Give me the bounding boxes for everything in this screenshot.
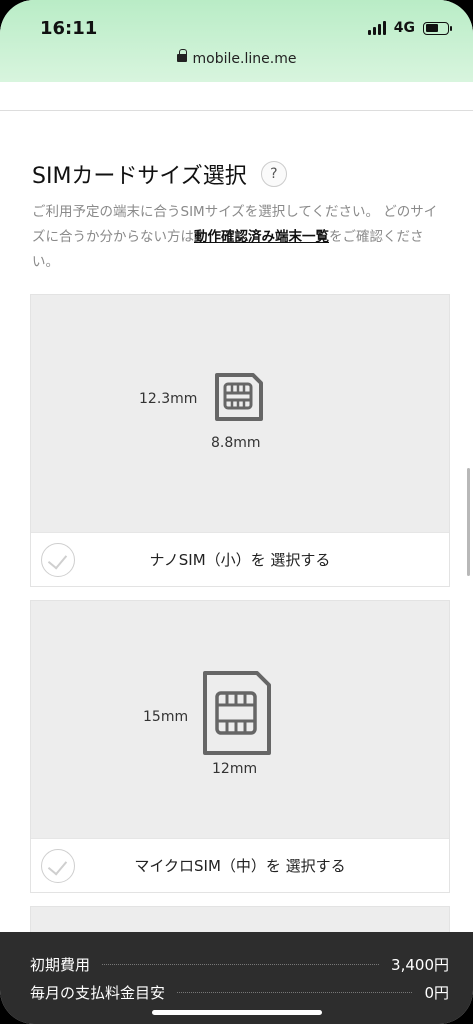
initial-cost-value: 3,400円	[391, 956, 449, 974]
monthly-cost-value: 0円	[424, 984, 449, 1002]
monthly-cost-label: 毎月の支払料金目安	[30, 984, 166, 1002]
section-title-text: SIMカードサイズ選択	[32, 164, 247, 189]
nano-sim-width: 8.8mm	[211, 435, 261, 451]
status-icons: 4G	[367, 20, 452, 36]
micro-sim-select-bar[interactable]: マイクロSIM（中）を 選択する	[31, 838, 449, 892]
micro-sim-icon	[203, 671, 271, 755]
page-content: SIMカードサイズ選択 ? ご利用予定の端末に合うSIMサイズを選択してください…	[0, 82, 473, 966]
nano-sim-select-bar[interactable]: ナノSIM（小）を 選択する	[31, 532, 449, 586]
help-icon[interactable]: ?	[260, 161, 287, 187]
micro-sim-illustration: 15mm 12mm	[31, 601, 449, 839]
browser-header: 16:11 4G mobile.line.me	[0, 0, 473, 82]
phone-screen: 16:11 4G mobile.line.me SIMカードサイズ選択 ? ご利…	[0, 0, 473, 1024]
initial-cost-row: 初期費用 3,400円	[30, 954, 449, 975]
section-description: ご利用予定の端末に合うSIMサイズを選択してください。 どのサイズに合うか分から…	[32, 204, 438, 270]
nano-sim-icon	[215, 373, 263, 421]
cost-summary-bar: 初期費用 3,400円 毎月の支払料金目安 0円	[0, 932, 473, 1024]
url-text: mobile.line.me	[192, 51, 297, 67]
home-indicator[interactable]	[152, 1010, 322, 1015]
address-bar[interactable]: mobile.line.me	[0, 49, 473, 67]
compatible-devices-link[interactable]: 動作確認済み端末一覧	[194, 229, 329, 245]
monthly-cost-row: 毎月の支払料金目安 0円	[30, 982, 449, 1003]
divider	[0, 110, 473, 111]
nano-sim-illustration: 12.3mm 8.8mm	[31, 295, 449, 533]
micro-sim-width: 12mm	[212, 761, 258, 777]
network-type: 4G	[393, 20, 415, 36]
dotted-leader	[102, 964, 380, 965]
lock-icon	[176, 49, 187, 63]
battery-icon	[423, 21, 452, 35]
scrollbar[interactable]	[467, 468, 470, 576]
nano-sim-height: 12.3mm	[139, 391, 198, 407]
status-time: 16:11	[40, 18, 98, 39]
signal-icon	[367, 21, 386, 35]
nano-sim-select-label: ナノSIM（小）を 選択する	[149, 551, 331, 569]
micro-sim-select-label: マイクロSIM（中）を 選択する	[134, 857, 346, 875]
dotted-leader	[177, 992, 413, 993]
section-title: SIMカードサイズ選択 ?	[32, 158, 287, 190]
micro-sim-option[interactable]: 15mm 12mm マイクロSIM（中）を 選択する	[30, 600, 450, 893]
nano-sim-option[interactable]: 12.3mm 8.8mm ナノSIM（小）を 選択する	[30, 294, 450, 587]
initial-cost-label: 初期費用	[30, 956, 91, 974]
micro-sim-height: 15mm	[143, 709, 189, 725]
